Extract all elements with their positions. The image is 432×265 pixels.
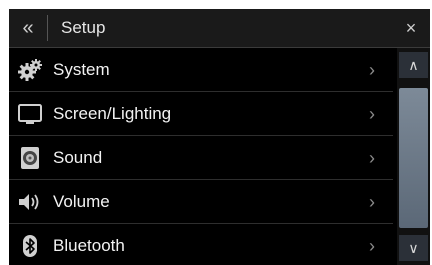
- menu-item-label: Volume: [53, 192, 110, 211]
- back-button[interactable]: «: [9, 9, 47, 47]
- double-chevron-left-icon: «: [22, 16, 34, 39]
- menu-item-sound[interactable]: Sound ›: [9, 136, 393, 180]
- chevron-right-icon: ›: [369, 103, 375, 124]
- menu-item-label: System: [53, 60, 110, 79]
- chevron-right-icon: ›: [369, 191, 375, 212]
- menu-item-label: Sound: [53, 148, 103, 167]
- close-icon: ×: [405, 17, 417, 38]
- chevron-right-icon: ›: [369, 235, 375, 256]
- scroll-down-button[interactable]: ∨: [399, 235, 428, 261]
- chevron-down-icon: ∨: [408, 239, 419, 256]
- setup-screen: « Setup × System › Screen/Lighting › Sou…: [9, 9, 430, 265]
- close-button[interactable]: ×: [392, 9, 430, 47]
- scroll-up-button[interactable]: ∧: [399, 52, 428, 78]
- volume-icon: [17, 190, 43, 214]
- setup-menu-list: System › Screen/Lighting › Sound › Volum…: [9, 48, 393, 265]
- speaker-icon: [17, 146, 43, 170]
- menu-item-system[interactable]: System ›: [9, 48, 393, 92]
- bluetooth-icon: [17, 234, 43, 258]
- page-title: Setup: [61, 18, 106, 37]
- monitor-icon: [17, 102, 43, 126]
- scrollbar[interactable]: ∧ ∨: [397, 48, 430, 265]
- menu-item-label: Bluetooth: [53, 236, 125, 255]
- scroll-thumb[interactable]: [399, 88, 428, 228]
- chevron-right-icon: ›: [369, 59, 375, 80]
- menu-item-screen-lighting[interactable]: Screen/Lighting ›: [9, 92, 393, 136]
- header-divider: [47, 15, 48, 41]
- header-bar: « Setup ×: [9, 9, 430, 48]
- menu-item-volume[interactable]: Volume ›: [9, 180, 393, 224]
- chevron-up-icon: ∧: [408, 56, 419, 73]
- chevron-right-icon: ›: [369, 147, 375, 168]
- gears-icon: [17, 58, 43, 82]
- menu-item-label: Screen/Lighting: [53, 104, 172, 123]
- menu-item-bluetooth[interactable]: Bluetooth ›: [9, 224, 393, 265]
